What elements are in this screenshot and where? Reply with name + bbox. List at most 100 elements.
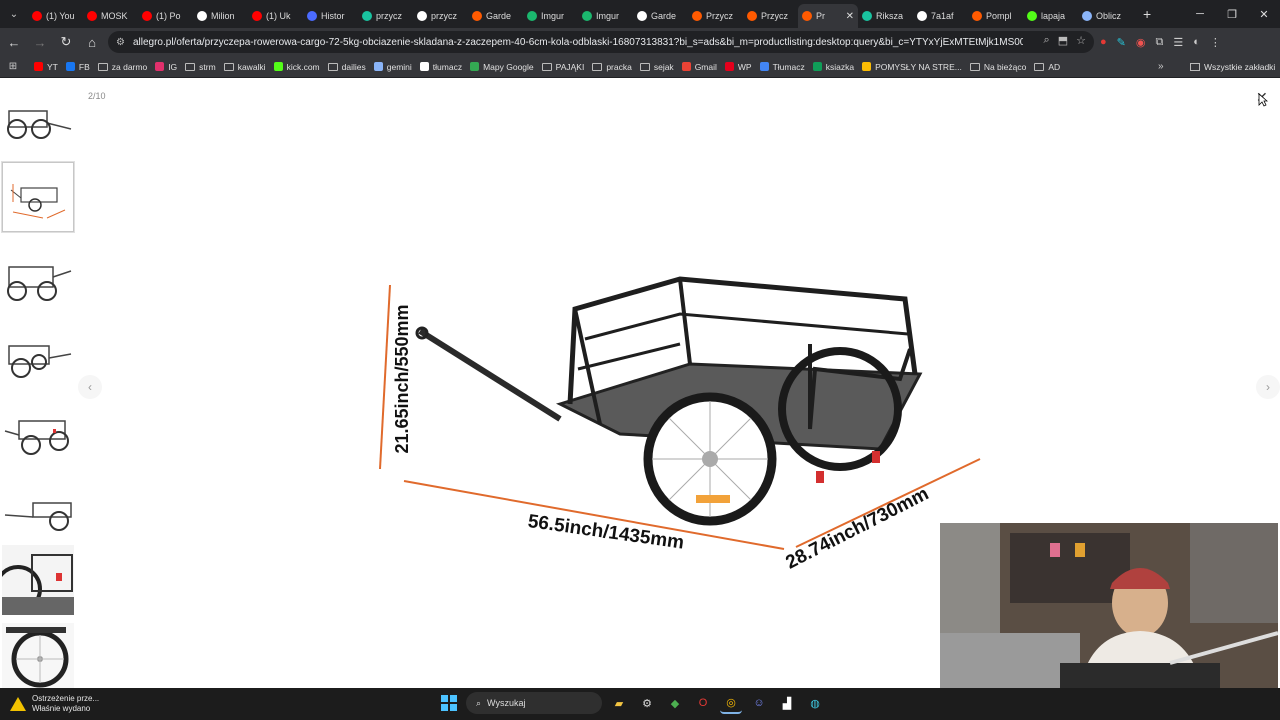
browser-tab[interactable]: Imgur: [578, 4, 633, 28]
record-extension-icon[interactable]: ●: [1100, 36, 1107, 48]
bookmark-item[interactable]: kick.com: [273, 62, 320, 72]
file-explorer-icon[interactable]: ▰: [608, 692, 630, 714]
bookmark-item[interactable]: FB: [65, 62, 90, 72]
bookmark-item[interactable]: za darmo: [97, 62, 147, 72]
tab-search-icon[interactable]: ⌄: [0, 0, 28, 28]
bookmark-item[interactable]: Tłumacz: [759, 62, 805, 72]
thumbnail-2-selected[interactable]: [1, 161, 75, 233]
translate-extension-icon[interactable]: ✎: [1117, 36, 1126, 49]
bookmark-item[interactable]: PAJĄKI: [541, 62, 584, 72]
thumbnail-5[interactable]: [2, 401, 74, 471]
address-bar[interactable]: ⚙ allegro.pl/oferta/przyczepa-rowerowa-c…: [108, 31, 1094, 53]
thumbnail-6[interactable]: [2, 477, 74, 547]
extensions-puzzle-icon[interactable]: ⧉: [1155, 36, 1163, 49]
install-icon[interactable]: ⬒: [1058, 34, 1068, 47]
browser-tab[interactable]: Milion: [193, 4, 248, 28]
bookmark-item[interactable]: kawalki: [223, 62, 266, 72]
profile-avatar-icon[interactable]: ◐: [1193, 36, 1200, 48]
browser-tab[interactable]: 7a1af: [913, 4, 968, 28]
tab-label: MOSK: [101, 11, 128, 21]
thumbnail-7[interactable]: [2, 545, 74, 615]
start-menu-icon[interactable]: [438, 692, 460, 714]
tab-label: Pr: [816, 11, 825, 21]
browser-tab[interactable]: Garde: [633, 4, 688, 28]
bookmark-item[interactable]: Gmail: [681, 61, 717, 72]
bookmark-star-icon[interactable]: ☆: [1076, 34, 1086, 47]
bookmark-item[interactable]: Na bieżąco: [969, 62, 1026, 72]
bookmark-item[interactable]: ksiazka: [812, 62, 854, 72]
bookmark-item[interactable]: AD: [1034, 62, 1060, 72]
reflector: [696, 495, 730, 503]
discord-icon[interactable]: ☺: [748, 692, 770, 714]
browser-tab[interactable]: Przycz: [743, 4, 798, 28]
url-text[interactable]: allegro.pl/oferta/przyczepa-rowerowa-car…: [133, 37, 1023, 48]
bookmark-item[interactable]: WP: [724, 61, 752, 72]
media-control-icon[interactable]: ☰: [1173, 36, 1183, 49]
browser-tab[interactable]: Garde: [468, 4, 523, 28]
minimize-icon[interactable]: ─: [1184, 0, 1216, 28]
browser-tab[interactable]: przycz: [413, 4, 468, 28]
forward-icon[interactable]: →: [28, 30, 52, 54]
trailer-closeup-thumbnail-image: [2, 545, 74, 615]
bookmarks-overflow-icon[interactable]: »: [1158, 56, 1164, 78]
bookmark-item[interactable]: pracka: [592, 62, 632, 72]
bookmark-item[interactable]: POMYSŁY NA STRE...: [862, 62, 962, 72]
chrome-icon[interactable]: ◎: [720, 692, 742, 714]
reload-icon[interactable]: ↻: [54, 30, 78, 54]
notification[interactable]: Ostrzeżenie prze... Właśnie wydano: [10, 694, 99, 714]
browser-tab[interactable]: MOSK: [83, 4, 138, 28]
bookmark-item[interactable]: gemini: [373, 62, 412, 72]
bookmark-item[interactable]: IG: [155, 62, 177, 72]
browser-tab[interactable]: Przycz: [688, 4, 743, 28]
bookmark-item[interactable]: YT: [34, 62, 58, 72]
browser-menu-icon[interactable]: ⋮: [1210, 36, 1221, 49]
bookmark-label: Gmail: [694, 61, 717, 72]
maximize-icon[interactable]: ❐: [1216, 0, 1248, 28]
bookmark-item[interactable]: tłumacz: [419, 62, 462, 72]
tab-label: Riksza: [876, 11, 904, 21]
opera-icon[interactable]: O: [692, 692, 714, 714]
thumbnail-8[interactable]: [2, 621, 74, 691]
tab-favicon-icon: [472, 11, 482, 21]
browser-tab[interactable]: Pr ✕: [798, 4, 858, 28]
shield-app-icon[interactable]: ◆: [664, 692, 686, 714]
webcam-overlay: [940, 523, 1278, 688]
bookmark-favicon-icon: [373, 62, 383, 71]
browser-tab[interactable]: Oblicz: [1078, 4, 1133, 28]
taskbar-search[interactable]: ⌕ Wyszukaj: [466, 692, 602, 714]
adblock-extension-icon[interactable]: ◉: [1136, 36, 1146, 49]
bookmark-favicon-icon: [419, 62, 429, 71]
tab-favicon-icon: [197, 11, 207, 21]
browser-tab[interactable]: Riksza: [858, 4, 913, 28]
bookmark-item[interactable]: sejak: [639, 62, 674, 72]
new-tab-button[interactable]: +: [1143, 6, 1151, 22]
capcut-icon[interactable]: ▟: [776, 692, 798, 714]
previous-image-button[interactable]: ‹: [78, 375, 102, 399]
site-info-icon[interactable]: ⚙: [116, 37, 125, 48]
thumbnail-4[interactable]: [2, 324, 74, 394]
browser-tab[interactable]: (1) Po: [138, 4, 193, 28]
browser-tab[interactable]: Pompl: [968, 4, 1023, 28]
tab-close-icon[interactable]: ✕: [846, 11, 854, 22]
home-icon[interactable]: ⌂: [80, 30, 104, 54]
bookmark-item[interactable]: dailies: [327, 62, 366, 72]
browser-tab[interactable]: Imgur: [523, 4, 578, 28]
all-bookmarks-button[interactable]: Wszystkie zakładki: [1190, 56, 1275, 78]
thumbnail-3[interactable]: [2, 247, 74, 317]
apps-grid-icon[interactable]: ⊞: [0, 61, 26, 72]
browser-tab[interactable]: (1) Uk: [248, 4, 303, 28]
browser-tab[interactable]: (1) You: [28, 4, 83, 28]
app-globe-icon[interactable]: ◍: [804, 692, 826, 714]
app-gear-icon[interactable]: ⚙: [636, 692, 658, 714]
thumbnail-1[interactable]: [2, 87, 74, 157]
browser-tab[interactable]: lapaja: [1023, 4, 1078, 28]
back-icon[interactable]: ←: [2, 30, 26, 54]
bookmark-item[interactable]: Mapy Google: [470, 62, 534, 72]
bookmark-item[interactable]: strm: [185, 62, 216, 72]
zoom-icon[interactable]: ⌕: [1044, 34, 1050, 47]
browser-tab[interactable]: Histor: [303, 4, 358, 28]
browser-tab[interactable]: przycz: [358, 4, 413, 28]
close-window-icon[interactable]: ✕: [1248, 0, 1280, 28]
next-image-button[interactable]: ›: [1256, 375, 1280, 399]
bookmark-label: WP: [737, 61, 752, 72]
